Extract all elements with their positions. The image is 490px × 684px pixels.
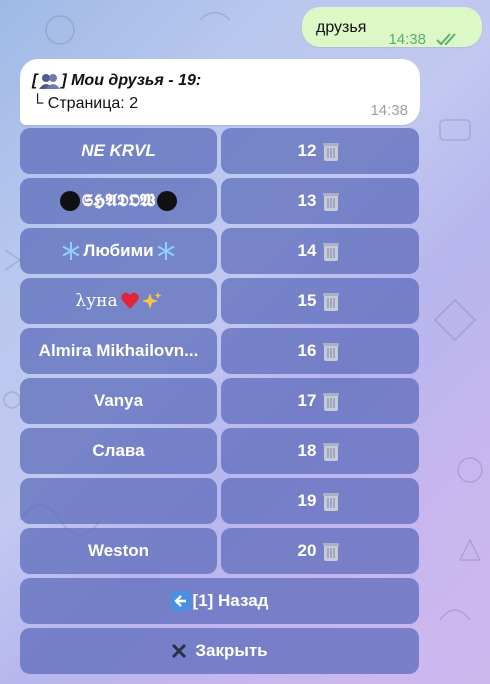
friend-button-weston[interactable]: Weston — [20, 528, 217, 574]
friend-number: 17 — [297, 391, 317, 410]
close-button-label: Закрыть — [195, 641, 268, 660]
friend-name: Слава — [92, 441, 145, 460]
friend-name: λуна — [75, 291, 118, 311]
wastebasket-icon — [323, 293, 340, 311]
outgoing-message-text: друзья — [316, 19, 367, 36]
friend-name: NE KRVL — [81, 141, 156, 160]
outgoing-message-time: 14:38 — [388, 31, 426, 48]
friend-number: 16 — [297, 341, 317, 360]
wastebasket-icon — [323, 393, 340, 411]
wastebasket-icon — [323, 493, 340, 511]
friend-name: Vanya — [93, 391, 144, 410]
page-indicator: └ Страница: 2 — [32, 95, 139, 112]
wastebasket-icon — [323, 343, 340, 361]
friend-button-shadow[interactable]: 𝕾𝕳𝕬𝕯𝕺𝖂 — [20, 178, 217, 224]
friend-name: Weston — [87, 541, 150, 560]
cross-mark-icon — [172, 643, 187, 659]
wastebasket-icon — [323, 543, 340, 561]
delete-friend-button-12[interactable]: 12 — [221, 128, 419, 174]
incoming-message-bubble[interactable]: [ ] Мои друзья - 19: └ Страница: 2 14:38 — [20, 59, 420, 125]
friends-list-title: [ ] Мои друзья - 19: — [32, 72, 201, 90]
friend-button-vanya[interactable]: Vanya — [20, 378, 217, 424]
wastebasket-icon — [323, 443, 340, 461]
delete-friend-button-17[interactable]: 17 — [221, 378, 419, 424]
snowflake-icon — [157, 242, 175, 260]
friend-name: Любими — [83, 241, 154, 260]
friend-button-slava[interactable]: Слава — [20, 428, 217, 474]
delete-friend-button-13[interactable]: 13 — [221, 178, 419, 224]
friend-number: 14 — [297, 241, 317, 260]
friend-number: 20 — [297, 541, 317, 560]
friend-button-empty-name[interactable] — [20, 478, 217, 524]
incoming-message-time: 14:38 — [370, 102, 408, 119]
friend-button-luna[interactable]: λуна — [20, 278, 217, 324]
wastebasket-icon — [323, 243, 340, 261]
delete-friend-button-15[interactable]: 15 — [221, 278, 419, 324]
delete-friend-button-20[interactable]: 20 — [221, 528, 419, 574]
friend-number: 13 — [297, 191, 317, 210]
sparkles-icon — [141, 292, 162, 309]
friend-number: 12 — [297, 141, 317, 160]
black-circle-icon — [59, 191, 80, 211]
back-button[interactable]: [1] Назад — [20, 578, 419, 624]
friend-name: 𝕾𝕳𝕬𝕯𝕺𝖂 — [81, 191, 156, 211]
friend-button-lyubimi[interactable]: Любими — [20, 228, 217, 274]
delete-friend-button-19[interactable]: 19 — [221, 478, 419, 524]
title-bracket-open: [ — [32, 72, 38, 89]
wastebasket-icon — [323, 143, 340, 161]
delete-friend-button-18[interactable]: 18 — [221, 428, 419, 474]
black-circle-icon — [157, 191, 178, 211]
back-button-label: [1] Назад — [192, 591, 269, 610]
friend-number: 18 — [297, 441, 317, 460]
wastebasket-icon — [323, 193, 340, 211]
delete-friend-button-14[interactable]: 14 — [221, 228, 419, 274]
busts-in-silhouette-icon — [39, 74, 61, 89]
friend-button-almira[interactable]: Almira Mikhailovn... — [20, 328, 217, 374]
delete-friend-button-16[interactable]: 16 — [221, 328, 419, 374]
double-check-icon — [436, 33, 456, 46]
friend-number: 15 — [297, 291, 317, 310]
friend-number: 19 — [297, 491, 317, 510]
close-button[interactable]: Закрыть — [20, 628, 419, 674]
title-text: ] Мои друзья - 19: — [61, 72, 202, 89]
snowflake-icon — [62, 242, 80, 260]
red-heart-icon — [120, 292, 139, 309]
friend-button-ne-krvl[interactable]: NE KRVL — [20, 128, 217, 174]
friend-name: Almira Mikhailovn... — [38, 341, 199, 360]
left-arrow-icon — [170, 591, 191, 611]
outgoing-message-bubble[interactable]: друзья 14:38 — [302, 7, 482, 48]
